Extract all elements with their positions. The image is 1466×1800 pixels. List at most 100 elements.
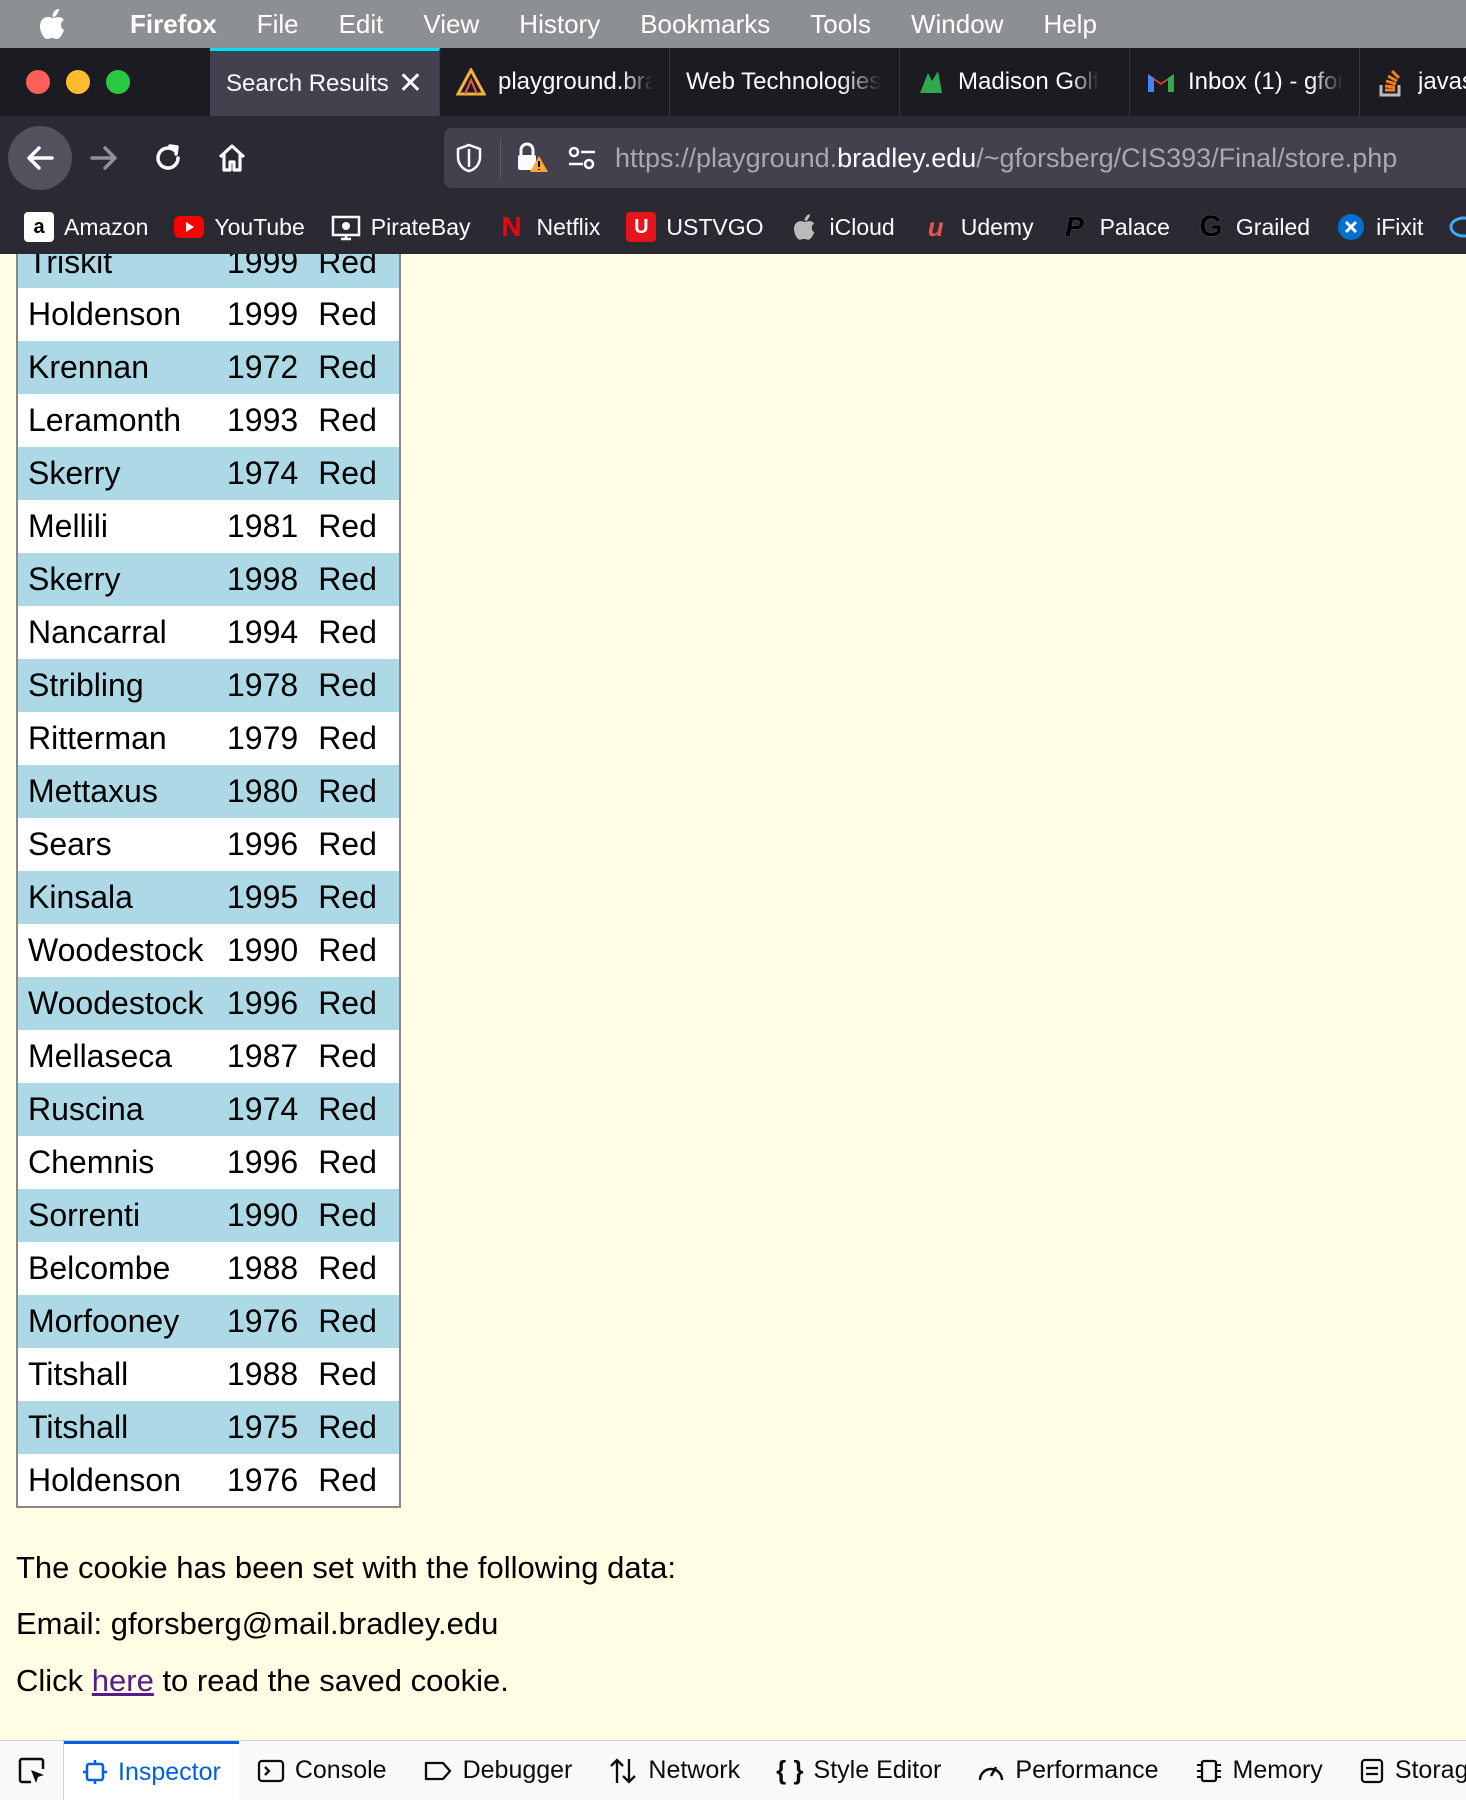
close-tab-icon[interactable]: ✕ xyxy=(398,66,423,101)
table-row: Mellili 1981 Red xyxy=(17,500,401,553)
apple-logo-icon[interactable] xyxy=(40,9,100,39)
table-row: Belcombe 1988 Red xyxy=(17,1242,401,1295)
bookmark-label: Palace xyxy=(1099,213,1170,240)
network-icon xyxy=(608,1757,638,1785)
page-content: Triskit 1999 Red Holdenson 1999 Red Krennan 197… xyxy=(0,254,1466,1740)
tab-web-technologies[interactable]: Web Technologies xyxy=(670,48,900,116)
bookmark-piratebay[interactable]: PirateBay xyxy=(331,212,470,242)
devtools-tab-debugger[interactable]: Debugger xyxy=(405,1741,591,1800)
bookmark-label: YouTube xyxy=(214,213,305,240)
table-row: Sorrenti 1990 Red xyxy=(17,1189,401,1242)
udemy-icon: u xyxy=(927,211,944,242)
bookmark-ifixit[interactable]: iFixit xyxy=(1336,212,1423,242)
home-button[interactable] xyxy=(200,126,264,190)
table-row: Ruscina 1974 Red xyxy=(17,1083,401,1136)
tab-label: javascript xyxy=(1418,68,1466,95)
tab-label: Search Results xyxy=(226,69,389,97)
cookie-email: Email: gforsberg@mail.bradley.edu xyxy=(16,1606,499,1641)
urlbar-separator xyxy=(500,138,501,178)
gmail-favicon-icon xyxy=(1146,67,1176,97)
amazon-icon: a xyxy=(24,212,54,242)
cell-year: 1979 xyxy=(227,720,299,756)
table-row: Woodestock 1996 Red xyxy=(17,977,401,1030)
devtools-tab-performance[interactable]: Performance xyxy=(959,1741,1176,1800)
console-icon xyxy=(257,1758,285,1784)
cell-year: 1988 xyxy=(227,1250,299,1286)
menu-app-firefox[interactable]: Firefox xyxy=(116,9,237,40)
menu-help[interactable]: Help xyxy=(1023,9,1116,40)
cell-year: 1996 xyxy=(227,826,299,862)
reload-button[interactable] xyxy=(136,126,200,190)
menu-view[interactable]: View xyxy=(403,9,499,40)
tab-gmail-inbox[interactable]: Inbox (1) - gforsberg xyxy=(1130,48,1360,116)
bookmark-icloud[interactable]: iCloud xyxy=(790,212,895,242)
minimize-window-button[interactable] xyxy=(66,70,90,94)
bookmark-udemy[interactable]: u Udemy xyxy=(921,212,1034,242)
table-row: Titshall 1975 Red xyxy=(17,1401,401,1454)
tab-playground[interactable]: playground.bradley.edu xyxy=(440,48,670,116)
table-row: Leramonth 1993 Red xyxy=(17,394,401,447)
cell-color: Red xyxy=(318,1144,377,1180)
url-text[interactable]: https://playground.bradley.edu/~gforsber… xyxy=(615,143,1397,174)
forward-button[interactable] xyxy=(72,126,136,190)
devtools-tab-label: Storage xyxy=(1394,1756,1466,1784)
cell-year: 1994 xyxy=(227,614,299,650)
table-row: Stribling 1978 Red xyxy=(17,659,401,712)
cell-color: Red xyxy=(318,402,377,438)
menu-window[interactable]: Window xyxy=(891,9,1023,40)
madison-golf-favicon-icon xyxy=(916,67,946,97)
bookmark-grailed[interactable]: G Grailed xyxy=(1196,210,1310,243)
devtools-tab-style-editor[interactable]: { } Style Editor xyxy=(758,1741,959,1800)
bookmark-label: Udemy xyxy=(960,213,1034,240)
cell-name: Woodestock xyxy=(28,932,204,968)
bookmark-palace[interactable]: P Palace xyxy=(1059,211,1170,242)
tracking-protection-shield-icon[interactable] xyxy=(444,143,494,173)
bookmarks-toolbar: a Amazon YouTube PirateBay N Netflix U U… xyxy=(0,200,1466,254)
tab-javascript[interactable]: javascript xyxy=(1360,48,1466,116)
bookmark-label: iCloud xyxy=(829,213,895,240)
tab-madison-golf[interactable]: Madison Golf xyxy=(900,48,1130,116)
devtools-tab-console[interactable]: Console xyxy=(239,1741,405,1800)
bookmark-amazon[interactable]: a Amazon xyxy=(24,212,148,242)
devtools-tab-memory[interactable]: Memory xyxy=(1177,1741,1341,1800)
table-row: Nancarral 1994 Red xyxy=(17,606,401,659)
results-table-body: Triskit 1999 Red Holdenson 1999 Red Krennan 197… xyxy=(17,254,401,1507)
cookie-message: The cookie has been set with the followi… xyxy=(16,1550,677,1585)
bookmark-more[interactable] xyxy=(1449,212,1466,242)
youtube-icon xyxy=(174,212,205,242)
window-controls xyxy=(0,48,210,116)
read-cookie-link[interactable]: here xyxy=(92,1663,154,1698)
url-path: /~gforsberg/CIS393/Final/store.php xyxy=(976,142,1398,173)
devtools-tab-storage[interactable]: Storage xyxy=(1341,1741,1466,1800)
debugger-icon xyxy=(423,1759,453,1783)
menu-file[interactable]: File xyxy=(237,9,319,40)
zoom-window-button[interactable] xyxy=(106,70,130,94)
macos-menu-bar: Firefox File Edit View History Bookmarks… xyxy=(0,0,1466,48)
bookmark-netflix[interactable]: N Netflix xyxy=(496,211,600,242)
bookmark-youtube[interactable]: YouTube xyxy=(174,212,305,242)
netflix-icon: N xyxy=(501,211,522,242)
url-prefix: https://playground. xyxy=(615,142,838,173)
element-picker-button[interactable] xyxy=(0,1741,64,1800)
menu-history[interactable]: History xyxy=(499,9,620,40)
insecure-lock-warning-icon[interactable] xyxy=(507,142,557,174)
devtools-tab-inspector[interactable]: Inspector xyxy=(64,1741,239,1800)
cell-year: 1993 xyxy=(227,402,299,438)
site-permissions-icon[interactable] xyxy=(557,145,607,171)
tab-search-results[interactable]: Search Results ✕ xyxy=(210,48,440,116)
address-bar[interactable]: https://playground.bradley.edu/~gforsber… xyxy=(444,128,1466,188)
cell-name: Skerry xyxy=(28,455,121,491)
menu-edit[interactable]: Edit xyxy=(319,9,404,40)
cell-color: Red xyxy=(318,879,377,915)
ifixit-icon xyxy=(1336,212,1366,242)
close-window-button[interactable] xyxy=(26,70,50,94)
cell-year: 1974 xyxy=(227,455,299,491)
devtools-tab-label: Network xyxy=(648,1756,741,1784)
bookmark-ustvgo[interactable]: U USTVGO xyxy=(626,212,764,242)
menu-tools[interactable]: Tools xyxy=(790,9,891,40)
devtools-tab-label: Performance xyxy=(1015,1756,1159,1784)
devtools-tab-network[interactable]: Network xyxy=(590,1741,758,1800)
back-button[interactable] xyxy=(8,126,72,190)
menu-bookmarks[interactable]: Bookmarks xyxy=(620,9,790,40)
cell-year: 1996 xyxy=(227,1144,299,1180)
